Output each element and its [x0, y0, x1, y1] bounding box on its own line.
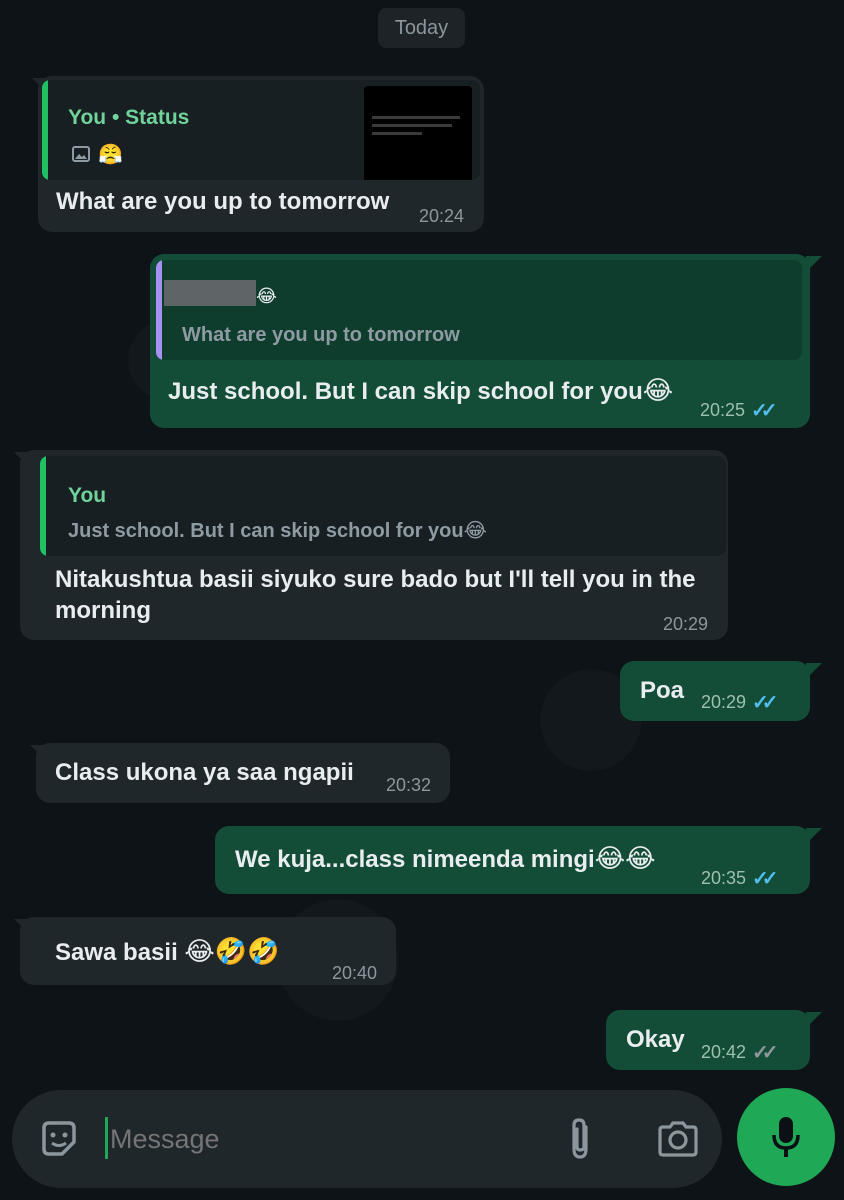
read-double-check-icon: ✓✓ [752, 868, 778, 890]
message-bubble-outgoing[interactable]: 😂 What are you up to tomorrow Just schoo… [150, 254, 810, 428]
message-bubble-incoming[interactable]: You Just school. But I can skip school f… [20, 450, 728, 640]
message-time: 20:32 [386, 775, 432, 795]
date-chip: Today [378, 8, 465, 48]
message-time: 20:42 [701, 1042, 747, 1062]
status-thumbnail [364, 86, 472, 180]
quote-bar [156, 260, 162, 360]
quote-bar [42, 80, 48, 180]
message-time: 20:29 [701, 692, 747, 712]
quote-text: Just school. But I can skip school for y… [68, 520, 464, 542]
message-bubble-incoming[interactable]: Sawa basii 😂🤣🤣 20:40 [20, 917, 396, 985]
quote-text: What are you up to tomorrow [182, 324, 460, 346]
message-text: Just school. But I can skip school for y… [168, 378, 643, 405]
redacted-name [164, 280, 256, 306]
microphone-button[interactable] [737, 1088, 835, 1186]
sticker-icon[interactable] [34, 1114, 84, 1164]
message-bubble-incoming[interactable]: You • Status 😤 What are you up to tomorr… [38, 76, 484, 232]
quote-separator: • [111, 106, 120, 129]
laughing-emoji: 😂🤣🤣 [184, 937, 280, 967]
message-time: 20:35 [701, 868, 747, 888]
camera-icon[interactable] [652, 1114, 704, 1164]
message-text: Class ukona ya saa ngapii [55, 759, 354, 786]
tears-of-joy-emoji: 😂 [463, 518, 487, 542]
message-bubble-outgoing[interactable]: Poa 20:29 ✓✓ [620, 661, 810, 721]
quoted-status[interactable]: You • Status 😤 [42, 80, 480, 180]
crying-face-icon: 😤 [98, 142, 123, 166]
quote-author: You [68, 106, 107, 129]
read-double-check-icon: ✓✓ [751, 400, 777, 422]
message-time: 20:29 [663, 614, 709, 634]
message-text: Okay [626, 1026, 685, 1053]
quoted-message[interactable]: 😂 What are you up to tomorrow [156, 260, 802, 360]
message-text: Poa [640, 677, 685, 704]
quoted-message[interactable]: You Just school. But I can skip school f… [40, 456, 726, 556]
message-text: We kuja...class nimeenda mingi [235, 846, 595, 873]
quote-author: You [68, 484, 107, 507]
tears-of-joy-emoji: 😂 [642, 376, 674, 406]
quote-kind: Status [125, 106, 190, 129]
message-bubble-outgoing[interactable]: Okay 20:42 ✓✓ [606, 1010, 810, 1070]
message-text: What are you up to tomorrow [56, 188, 390, 215]
message-input[interactable] [108, 1116, 532, 1162]
message-time: 20:40 [332, 963, 378, 983]
message-text-line: Nitakushtua basii siyuko sure bado but I… [55, 566, 696, 593]
emoji-icon: 😂 [256, 286, 278, 307]
message-text-line: morning [55, 597, 151, 624]
tears-of-joy-emoji: 😂😂 [594, 844, 656, 874]
paperclip-icon[interactable] [556, 1114, 606, 1164]
message-time: 20:24 [419, 206, 465, 226]
delivered-double-check-icon: ✓✓ [752, 1042, 778, 1064]
quote-bar [40, 456, 46, 556]
microphone-icon [772, 1117, 800, 1157]
message-bubble-outgoing[interactable]: We kuja...class nimeenda mingi😂😂 20:35 ✓… [215, 826, 810, 894]
message-time: 20:25 [700, 400, 746, 420]
message-bubble-incoming[interactable]: Class ukona ya saa ngapii 20:32 [36, 743, 450, 803]
image-icon [72, 146, 90, 162]
message-text: Sawa basii [55, 939, 178, 966]
read-double-check-icon: ✓✓ [752, 692, 778, 714]
message-composer[interactable] [12, 1090, 722, 1188]
